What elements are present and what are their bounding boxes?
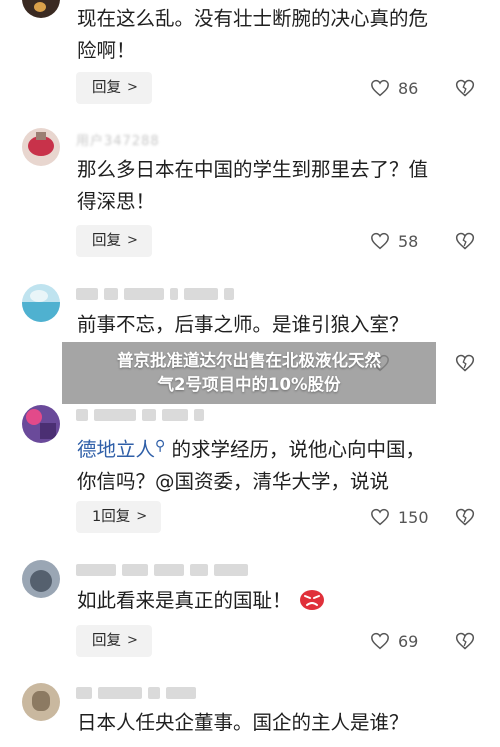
user-mention-link[interactable]: 德地立人 bbox=[77, 438, 155, 461]
chevron-right-icon: > bbox=[136, 509, 148, 524]
reply-button[interactable]: 回复 > bbox=[76, 225, 152, 257]
comment-text: 德地立人⚲ 的求学经历，说他心向中国， 你信吗？@国资委，清华大学，说说 bbox=[77, 438, 425, 493]
avatar[interactable] bbox=[22, 560, 60, 598]
dislike-button[interactable] bbox=[455, 625, 475, 657]
like-count: 58 bbox=[398, 231, 419, 251]
headline-line-1: 普京批准道达尔出售在北极液化天然 bbox=[117, 351, 381, 370]
dislike-button[interactable] bbox=[455, 347, 475, 379]
angry-face-emoji-icon bbox=[299, 590, 324, 610]
comment-text: 那么多日本在中国的学生到那里去了？值 得深思！ bbox=[77, 158, 429, 213]
search-icon: ⚲ bbox=[155, 438, 166, 454]
chevron-right-icon: > bbox=[127, 633, 138, 648]
reply-label: 回复 bbox=[92, 233, 121, 249]
heart-icon bbox=[371, 508, 389, 526]
like-button[interactable]: 58 bbox=[370, 225, 418, 257]
avatar[interactable] bbox=[22, 683, 60, 721]
like-button[interactable]: 86 bbox=[370, 72, 418, 104]
like-count: 150 bbox=[398, 507, 429, 527]
broken-heart-icon bbox=[455, 79, 475, 97]
avatar[interactable] bbox=[22, 284, 60, 322]
broken-heart-icon bbox=[455, 232, 475, 250]
username-blurred[interactable] bbox=[76, 562, 248, 578]
like-button[interactable]: 69 bbox=[370, 625, 418, 657]
reply-button[interactable]: 1回复 > bbox=[76, 501, 162, 533]
username-blurred[interactable] bbox=[76, 685, 196, 701]
broken-heart-icon bbox=[455, 632, 475, 650]
reply-button[interactable]: 回复 > bbox=[76, 72, 152, 104]
comment-text: 如此看来是真正的国耻！ bbox=[77, 585, 477, 617]
dislike-button[interactable] bbox=[455, 72, 475, 104]
comment-text: 现在这么乱。没有壮士断腕的决心真的危 险啊！ bbox=[77, 7, 429, 62]
username-blurred[interactable] bbox=[76, 407, 204, 423]
comment-text: 日本人任央企董事。国企的主人是谁？ bbox=[77, 711, 409, 734]
like-count: 86 bbox=[398, 78, 419, 98]
chevron-right-icon: > bbox=[127, 233, 138, 248]
dislike-button[interactable] bbox=[455, 501, 475, 533]
avatar[interactable] bbox=[22, 0, 60, 18]
username-blurred[interactable] bbox=[76, 286, 234, 302]
heart-icon bbox=[371, 232, 389, 250]
like-button[interactable]: 150 bbox=[370, 501, 429, 533]
reply-label: 1回复 bbox=[92, 509, 131, 525]
reply-label: 回复 bbox=[92, 80, 121, 96]
chevron-right-icon: > bbox=[127, 80, 138, 95]
username[interactable]: 用户347288 bbox=[76, 130, 160, 149]
headline-overlay: 普京批准道达尔出售在北极液化天然 气2号项目中的10%股份 bbox=[62, 342, 436, 404]
reply-button[interactable]: 回复 > bbox=[76, 625, 152, 657]
broken-heart-icon bbox=[455, 508, 475, 526]
reply-label: 回复 bbox=[92, 633, 121, 649]
like-count: 69 bbox=[398, 631, 419, 651]
comment-text: 前事不忘，后事之师。是谁引狼入室？ bbox=[77, 313, 409, 336]
heart-icon bbox=[371, 632, 389, 650]
broken-heart-icon bbox=[455, 354, 475, 372]
headline-line-2: 气2号项目中的10%股份 bbox=[157, 375, 341, 394]
avatar[interactable] bbox=[22, 128, 60, 166]
avatar[interactable] bbox=[22, 405, 60, 443]
dislike-button[interactable] bbox=[455, 225, 475, 257]
heart-icon bbox=[371, 79, 389, 97]
